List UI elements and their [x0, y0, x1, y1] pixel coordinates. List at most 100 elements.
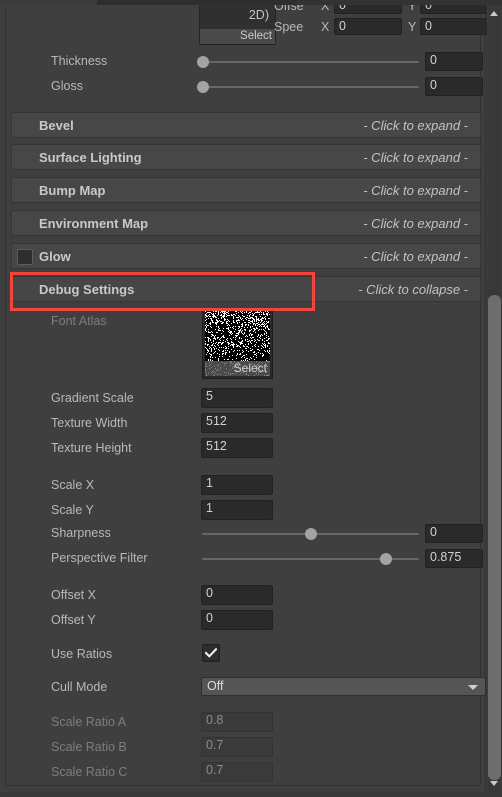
use-ratios-label: Use Ratios [51, 647, 113, 661]
texture-width-input[interactable]: 512 [201, 413, 273, 433]
row-use-ratios: Use Ratios [6, 643, 490, 667]
speed-x-input[interactable]: 0 [334, 18, 402, 35]
checkmark-icon [205, 648, 217, 658]
thickness-label: Thickness [51, 54, 108, 68]
foldout-glow[interactable]: Glow - Click to expand - [11, 243, 481, 269]
gloss-value-input[interactable]: 0 [425, 77, 483, 96]
foldout-bevel-label: Bevel [39, 118, 74, 133]
foldout-bump-map[interactable]: Bump Map - Click to expand - [11, 177, 481, 203]
texture-width-label: Texture Width [51, 416, 128, 430]
foldout-surface-lighting-hint: - Click to expand - [363, 150, 468, 165]
foldout-surface-lighting-label: Surface Lighting [39, 150, 142, 165]
glow-enable-checkbox[interactable] [17, 249, 33, 265]
row-scale-ratio-a: Scale Ratio A 0.8 [6, 711, 490, 735]
inspector-panel: 2D) Select Offse X 0 Y 0 Spee X 0 Y 0 Th… [0, 0, 502, 797]
foldout-debug-settings-hint: - Click to collapse - [358, 282, 468, 297]
cull-mode-label: Cull Mode [51, 680, 108, 694]
row-perspective-filter: Perspective Filter 0.875 [6, 548, 490, 570]
row-texture-height: Texture Height 512 [6, 437, 490, 461]
perspective-filter-slider-track[interactable] [202, 553, 419, 565]
texture-height-input[interactable]: 512 [201, 438, 273, 458]
foldout-environment-map[interactable]: Environment Map - Click to expand - [11, 210, 481, 236]
gloss-slider-track[interactable] [197, 81, 419, 93]
vertical-scrollbar[interactable] [487, 5, 502, 792]
font-atlas-select-button[interactable]: Select [205, 361, 270, 376]
sharpness-slider-thumb[interactable] [305, 528, 317, 540]
sharpness-slider-track[interactable] [202, 528, 419, 540]
inspector-body: 2D) Select Offse X 0 Y 0 Spee X 0 Y 0 Th… [0, 5, 488, 792]
offset-y-label: Offset Y [51, 613, 96, 627]
offset-y-input[interactable]: 0 [420, 5, 488, 14]
foldout-environment-map-label: Environment Map [39, 216, 149, 231]
scale-y-input[interactable]: 1 [201, 500, 273, 520]
row-offset-y: Offset Y 0 [6, 609, 490, 633]
row-gloss: Gloss 0 [6, 76, 490, 98]
inspector-content: 2D) Select Offse X 0 Y 0 Spee X 0 Y 0 Th… [5, 5, 488, 786]
font-atlas-preview[interactable]: Select [202, 308, 273, 379]
triangle-down-icon[interactable] [490, 781, 498, 786]
foldout-bevel-hint: - Click to expand - [363, 118, 468, 133]
cull-mode-value: Off [207, 679, 224, 693]
sharpness-value-input[interactable]: 0 [425, 524, 483, 543]
row-scale-ratio-c: Scale Ratio C 0.7 [6, 761, 490, 785]
row-scale-x: Scale X 1 [6, 474, 490, 498]
row-scale-ratio-b: Scale Ratio B 0.7 [6, 736, 490, 760]
row-offset-x: Offset X 0 [6, 584, 490, 608]
perspective-filter-slider-thumb[interactable] [380, 553, 392, 565]
scale-ratio-a-label: Scale Ratio A [51, 715, 127, 729]
offset-x-input[interactable]: 0 [334, 5, 402, 14]
foldout-environment-map-hint: - Click to expand - [363, 216, 468, 231]
row-scale-y: Scale Y 1 [6, 499, 490, 523]
offset-x-label: Offset X [51, 588, 96, 602]
foldout-surface-lighting[interactable]: Surface Lighting - Click to expand - [11, 144, 481, 170]
perspective-filter-label: Perspective Filter [51, 551, 148, 565]
speed-y-input[interactable]: 0 [420, 18, 488, 35]
speed-label: Spee [274, 20, 304, 34]
clipped-top-region: 2D) Select Offse X 0 Y 0 Spee X 0 Y 0 [6, 5, 490, 45]
scale-ratio-b-input: 0.7 [201, 737, 273, 757]
debug-offset-y-input[interactable]: 0 [201, 610, 273, 630]
object-field[interactable]: 2D) Select [199, 5, 276, 45]
gloss-slider-thumb[interactable] [197, 81, 209, 93]
perspective-filter-value-input[interactable]: 0.875 [425, 549, 483, 568]
gradient-scale-label: Gradient Scale [51, 391, 134, 405]
thickness-value-input[interactable]: 0 [425, 52, 483, 71]
gradient-scale-input[interactable]: 5 [201, 388, 273, 408]
thickness-slider-track[interactable] [197, 56, 419, 68]
row-texture-width: Texture Width 512 [6, 412, 490, 436]
row-thickness: Thickness 0 [6, 51, 490, 73]
offset-y-axis-label: Y [408, 5, 417, 13]
thickness-slider-thumb[interactable] [197, 56, 209, 68]
foldout-bevel[interactable]: Bevel - Click to expand - [11, 112, 481, 138]
scrollbar-thumb[interactable] [488, 295, 501, 780]
foldout-glow-label: Glow [39, 249, 71, 264]
scale-x-input[interactable]: 1 [201, 475, 273, 495]
foldout-bump-map-label: Bump Map [39, 183, 106, 198]
speed-x-axis-label: X [321, 20, 330, 34]
scale-ratio-c-label: Scale Ratio C [51, 765, 128, 779]
triangle-up-icon[interactable] [490, 11, 498, 16]
foldout-glow-hint: - Click to expand - [363, 249, 468, 264]
row-gradient-scale: Gradient Scale 5 [6, 387, 490, 411]
texture-height-label: Texture Height [51, 441, 132, 455]
scale-ratio-a-input: 0.8 [201, 712, 273, 732]
font-atlas-label: Font Atlas [51, 314, 107, 328]
sharpness-label: Sharpness [51, 526, 111, 540]
foldout-bump-map-hint: - Click to expand - [363, 183, 468, 198]
chevron-down-icon [468, 685, 478, 690]
scale-y-label: Scale Y [51, 503, 94, 517]
scale-x-label: Scale X [51, 478, 95, 492]
cull-mode-dropdown[interactable]: Off [201, 677, 486, 696]
scale-ratio-c-input: 0.7 [201, 762, 273, 782]
object-field-select-button[interactable]: Select [200, 29, 275, 44]
foldout-debug-settings-label: Debug Settings [39, 282, 135, 297]
offset-x-axis-label: X [321, 5, 330, 13]
scale-ratio-b-label: Scale Ratio B [51, 740, 127, 754]
foldout-debug-settings[interactable]: Debug Settings - Click to collapse - [11, 276, 481, 302]
row-sharpness: Sharpness 0 [6, 523, 490, 545]
object-field-label: 2D) [248, 8, 269, 22]
gloss-label: Gloss [51, 79, 83, 93]
use-ratios-checkbox[interactable] [202, 644, 220, 662]
offset-label: Offse [274, 5, 304, 13]
debug-offset-x-input[interactable]: 0 [201, 585, 273, 605]
